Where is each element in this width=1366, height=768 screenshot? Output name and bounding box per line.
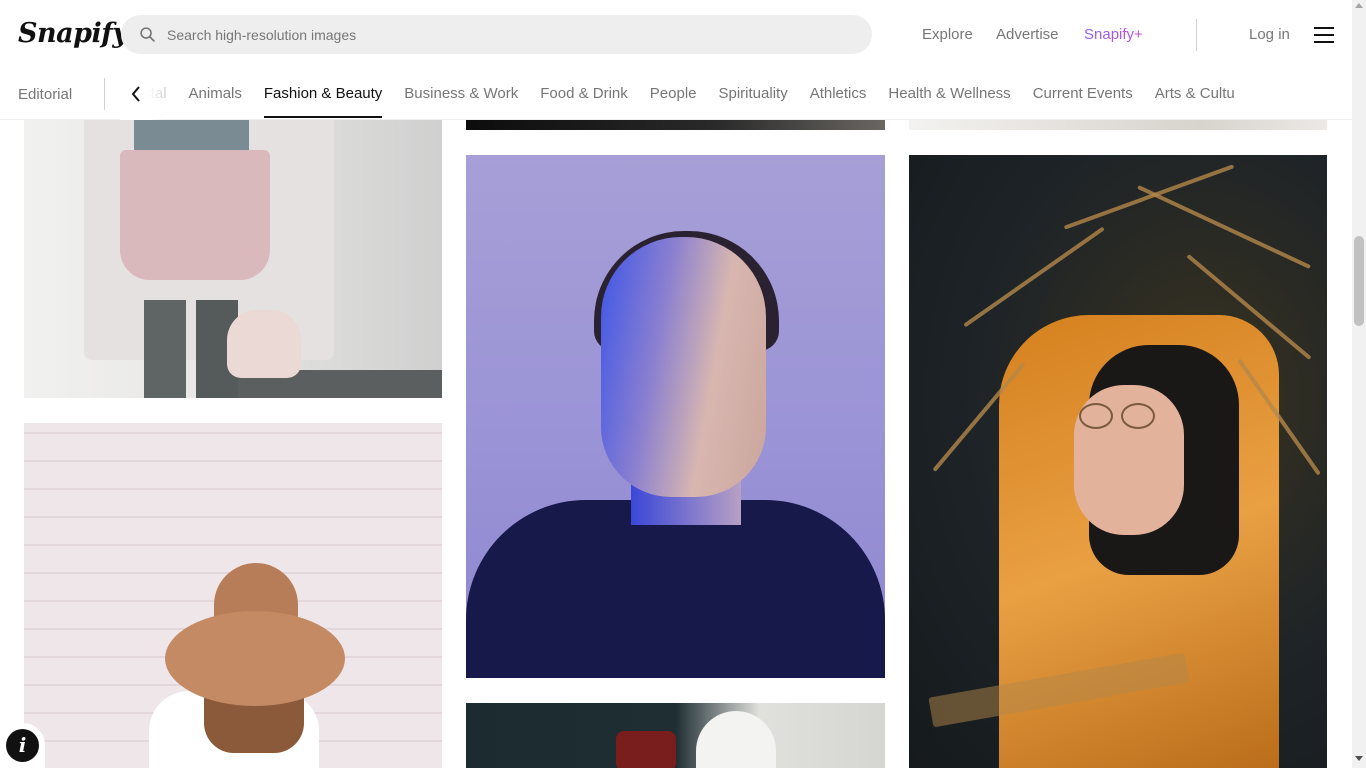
category-nav: Editorial entalAnimalsFashion & BeautyBu… — [0, 70, 1352, 120]
scroll-up-arrow-icon[interactable] — [1355, 3, 1363, 8]
category-item[interactable]: Food & Drink — [540, 70, 628, 120]
category-item[interactable]: Current Events — [1033, 70, 1133, 120]
category-item[interactable]: Spirituality — [719, 70, 788, 120]
nav-explore-link[interactable]: Explore — [922, 26, 973, 43]
login-link[interactable]: Log in — [1249, 26, 1290, 43]
category-scroller: entalAnimalsFashion & BeautyBusiness & W… — [120, 70, 1334, 120]
category-item[interactable]: Athletics — [810, 70, 867, 120]
search-icon[interactable] — [139, 26, 156, 43]
scrollbar-thumb[interactable] — [1354, 236, 1364, 326]
brand-logo[interactable]: Snapify — [18, 18, 128, 49]
scroll-down-arrow-icon[interactable] — [1355, 756, 1363, 761]
category-item-active[interactable]: Fashion & Beauty — [263, 70, 383, 120]
category-editorial[interactable]: Editorial — [18, 86, 72, 103]
header-divider — [1196, 19, 1197, 51]
page-scrollbar[interactable] — [1352, 0, 1366, 768]
site-header: Snapify Explore Advertise Snapify+ Log i… — [0, 0, 1352, 70]
info-icon[interactable]: i — [6, 729, 39, 762]
category-item[interactable]: Animals — [189, 70, 242, 120]
category-item[interactable]: Health & Wellness — [888, 70, 1010, 120]
nav-snapify-plus-link[interactable]: Snapify+ — [1084, 26, 1143, 43]
chevron-left-icon[interactable] — [130, 85, 142, 103]
photo-fashion-coat-handbag[interactable] — [24, 120, 442, 398]
photo-woman-sunglasses-leaves[interactable] — [909, 155, 1327, 768]
photo-dark-partial[interactable] — [466, 120, 885, 130]
info-button[interactable]: i — [0, 723, 45, 768]
category-divider — [104, 78, 105, 110]
search-input[interactable] — [167, 15, 857, 54]
category-item[interactable]: People — [650, 70, 697, 120]
category-item[interactable]: Arts & Cultu — [1155, 70, 1235, 120]
nav-advertise-link[interactable]: Advertise — [996, 26, 1059, 43]
search-bar[interactable] — [121, 15, 872, 54]
photo-light-partial[interactable] — [909, 120, 1327, 130]
menu-icon[interactable] — [1314, 27, 1334, 43]
photo-shoes-flatlay-partial[interactable] — [466, 703, 885, 768]
category-item[interactable]: Business & Work — [404, 70, 518, 120]
photo-portrait-blue-light[interactable] — [466, 155, 885, 678]
category-scroll-left-button[interactable] — [120, 70, 166, 120]
photo-straw-hat-woman[interactable] — [24, 423, 442, 768]
category-list: entalAnimalsFashion & BeautyBusiness & W… — [134, 70, 1257, 120]
